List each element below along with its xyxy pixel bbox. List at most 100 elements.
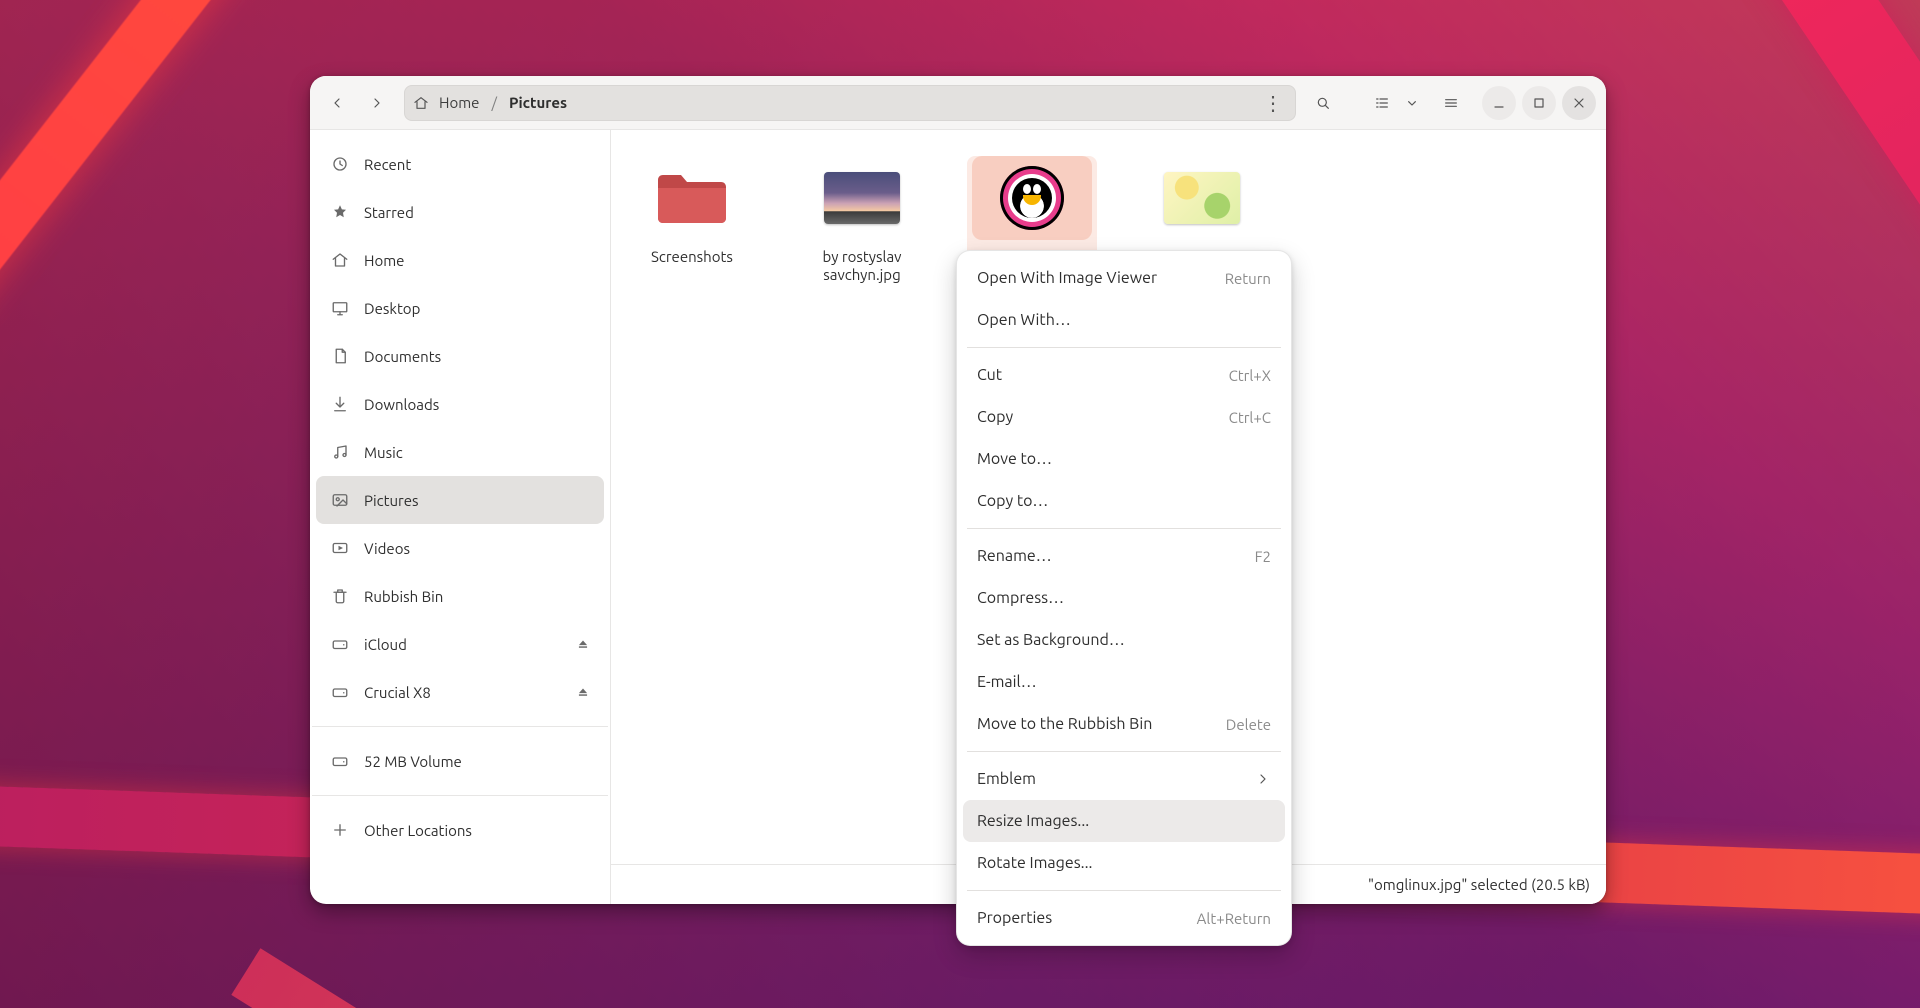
context-menu-label: Compress… [977,589,1064,607]
sidebar-item-label: Home [364,252,404,269]
image-thumbnail [802,156,922,240]
hamburger-menu-button[interactable] [1434,86,1468,120]
sidebar-item-rubbish-bin[interactable]: Rubbish Bin [316,572,604,620]
context-menu-accel: Delete [1226,716,1271,733]
pathbar-menu-icon[interactable]: ⋮ [1263,93,1287,113]
drive-icon [330,751,350,771]
plus-icon [330,820,350,840]
context-menu-item[interactable]: Set as Background… [963,619,1285,661]
sidebar-item-volume[interactable]: 52 MB Volume [316,737,604,785]
context-menu-separator [967,347,1281,348]
pictures-icon [330,490,350,510]
context-menu-label: Emblem [977,770,1036,788]
context-menu-item[interactable]: CutCtrl+X [963,354,1285,396]
sidebar-item-crucial-x8[interactable]: Crucial X8 [316,668,604,716]
context-menu-label: Copy [977,408,1013,426]
view-dropdown-button[interactable] [1400,86,1424,120]
sidebar-item-label: Starred [364,204,414,221]
context-menu-item[interactable]: Move to the Rubbish Bin Delete [963,703,1285,745]
drive-icon [330,682,350,702]
search-button[interactable] [1306,86,1340,120]
sidebar-item-pictures[interactable]: Pictures [316,476,604,524]
drive-icon [330,634,350,654]
sidebar-item-desktop[interactable]: Desktop [316,284,604,332]
maximize-button[interactable] [1522,86,1556,120]
forward-button[interactable] [360,86,394,120]
sidebar-item-recent[interactable]: Recent [316,140,604,188]
folder-item[interactable]: Screenshots [627,156,757,274]
context-menu-label: Rotate Images... [977,854,1092,872]
sidebar-item-label: Desktop [364,300,420,317]
context-menu-separator [967,528,1281,529]
headerbar: Home / Pictures ⋮ [310,76,1606,130]
star-icon [330,202,350,222]
sidebar-item-label: Videos [364,540,410,557]
image-thumbnail [1142,156,1262,240]
file-label: by rostyslav savchyn.jpg [797,248,927,284]
context-menu-accel: Alt+Return [1197,910,1271,927]
sidebar-item-documents[interactable]: Documents [316,332,604,380]
eject-icon[interactable] [576,637,590,651]
sidebar-item-starred[interactable]: Starred [316,188,604,236]
file-item[interactable]: by rostyslav savchyn.jpg [797,156,927,292]
sidebar-item-home[interactable]: Home [316,236,604,284]
context-menu-item[interactable]: Move to… [963,438,1285,480]
context-menu-label: Set as Background… [977,631,1125,649]
view-list-button[interactable] [1370,86,1394,120]
context-menu: Open With Image ViewerReturn Open With… Cu… [956,250,1292,946]
chevron-right-icon [1255,771,1271,787]
context-menu-item[interactable]: E-mail… [963,661,1285,703]
breadcrumb-current[interactable]: Pictures [509,94,567,111]
sidebar-item-label: Documents [364,348,441,365]
context-menu-label: Move to the Rubbish Bin [977,715,1152,733]
sidebar-item-icloud[interactable]: iCloud [316,620,604,668]
eject-icon[interactable] [576,685,590,699]
sidebar-item-label: Pictures [364,492,419,509]
sidebar-item-label: Music [364,444,403,461]
folder-icon [632,156,752,240]
music-icon [330,442,350,462]
sidebar-item-videos[interactable]: Videos [316,524,604,572]
nav-buttons [320,86,394,120]
context-menu-accel: F2 [1255,548,1271,565]
sidebar-item-label: Crucial X8 [364,684,431,701]
file-label: Screenshots [651,248,733,266]
sidebar-item-label: Downloads [364,396,439,413]
breadcrumb-separator: / [491,94,497,111]
sidebar-item-label: 52 MB Volume [364,753,462,770]
context-menu-item[interactable]: Emblem [963,758,1285,800]
breadcrumb-root[interactable]: Home [439,94,479,111]
clock-icon [330,154,350,174]
sidebar-item-music[interactable]: Music [316,428,604,476]
context-menu-label: Resize Images... [977,812,1089,830]
pathbar[interactable]: Home / Pictures ⋮ [404,85,1296,121]
context-menu-item[interactable]: Compress… [963,577,1285,619]
image-thumbnail [972,156,1092,240]
back-button[interactable] [320,86,354,120]
home-icon [330,250,350,270]
context-menu-item[interactable]: Resize Images... [963,800,1285,842]
home-icon [413,95,429,111]
sidebar: Recent Starred Home Desktop Documents Downloa… [310,130,611,904]
context-menu-item[interactable]: Open With… [963,299,1285,341]
context-menu-item[interactable]: Rotate Images... [963,842,1285,884]
videos-icon [330,538,350,558]
context-menu-label: Properties [977,909,1052,927]
context-menu-accel: Ctrl+X [1229,367,1271,384]
context-menu-accel: Return [1225,270,1271,287]
minimize-button[interactable] [1482,86,1516,120]
context-menu-item[interactable]: CopyCtrl+C [963,396,1285,438]
context-menu-item[interactable]: Properties Alt+Return [963,897,1285,939]
context-menu-item[interactable]: Copy to… [963,480,1285,522]
context-menu-label: Open With… [977,311,1071,329]
context-menu-item[interactable]: Rename… F2 [963,535,1285,577]
sidebar-item-label: Rubbish Bin [364,588,443,605]
close-button[interactable] [1562,86,1596,120]
sidebar-item-label: iCloud [364,636,407,653]
context-menu-item[interactable]: Open With Image ViewerReturn [963,257,1285,299]
statusbar-text: "omglinux.jpg" selected (20.5 kB) [1368,876,1590,893]
sidebar-item-label: Other Locations [364,822,472,839]
context-menu-label: Rename… [977,547,1052,565]
sidebar-item-other-locations[interactable]: Other Locations [316,806,604,854]
sidebar-item-downloads[interactable]: Downloads [316,380,604,428]
